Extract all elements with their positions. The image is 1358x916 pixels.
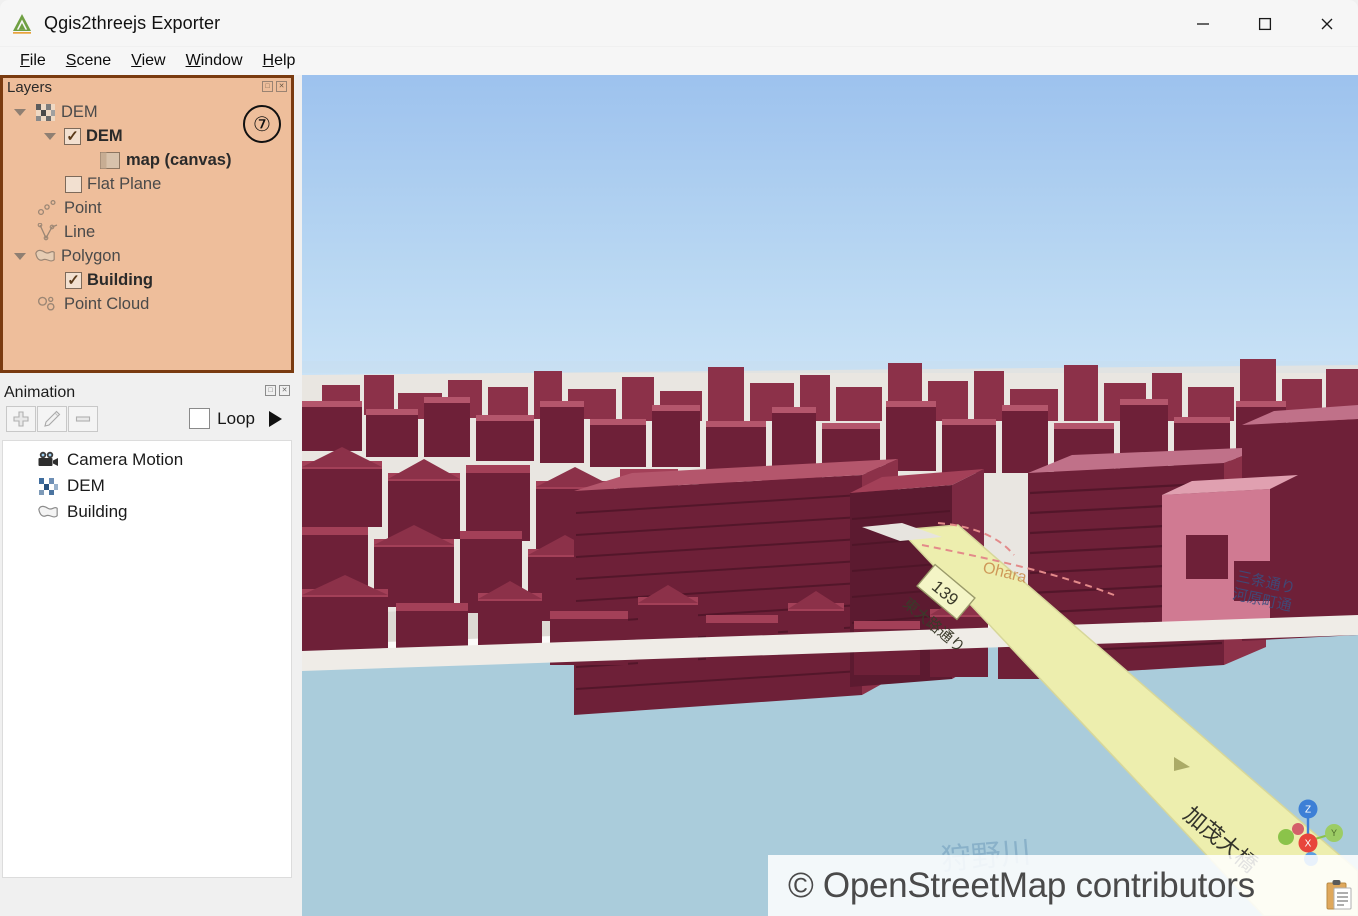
point-cloud-icon [37,294,59,314]
menu-scene[interactable]: Scene [56,50,121,72]
animation-panel: Animation □ ✕ Loop Camera Motion DEM Bui… [0,382,294,880]
layer-checkbox-dem[interactable]: ✓ [64,127,81,145]
loop-control: Loop [189,406,288,431]
left-dock: Layers □ ✕ DEM ✓ DEM map (canvas) Flat P… [0,75,296,881]
title-bar-left: Qgis2threejs Exporter [10,0,220,47]
clipboard-icon [1326,880,1352,910]
layer-item-building[interactable]: ✓ Building [3,268,291,292]
layer-item-point[interactable]: Point [3,196,291,220]
edit-keyframe-button[interactable] [37,406,67,432]
map-canvas-icon [99,150,121,170]
layer-item-polygon-group[interactable]: Polygon [3,244,291,268]
camera-icon [37,450,59,470]
layers-panel-title: Layers [7,79,53,96]
layer-item-point-cloud[interactable]: Point Cloud [3,292,291,316]
title-bar: Qgis2threejs Exporter [0,0,1358,47]
remove-minus-icon [75,416,91,422]
remove-keyframe-button[interactable] [68,406,98,432]
three-d-view[interactable]: 139 東大路通り 加茂大橋 Ohara 三条通り 河原町通 Z X Y © O… [302,75,1358,916]
menu-window[interactable]: Window [176,50,253,72]
close-icon [1321,18,1333,29]
attribution-text: © OpenStreetMap contributors [788,865,1255,905]
animation-item-label: Building [67,502,128,521]
axis-y-label: Y [1331,828,1337,838]
axis-z-label: Z [1305,805,1311,816]
menu-help[interactable]: Help [253,50,306,72]
animation-float-button[interactable]: □ [265,385,276,396]
animation-item-label: DEM [67,476,105,495]
animation-panel-title: Animation [4,384,76,401]
maximize-icon [1258,17,1272,30]
layer-label: Point [64,198,102,217]
layer-label: Flat Plane [87,174,162,193]
close-button[interactable] [1296,0,1358,47]
minimize-button[interactable] [1172,0,1234,47]
layers-panel-buttons: □ ✕ [262,81,287,92]
layer-item-flat-plane[interactable]: ✓ Flat Plane [3,172,291,196]
expander-down-icon[interactable] [11,247,29,265]
maximize-button[interactable] [1234,0,1296,47]
menu-file[interactable]: File [10,50,56,72]
qgis2threejs-exporter-window: Qgis2threejs Exporter File Scene View Wi… [0,0,1358,916]
menu-view[interactable]: View [121,50,175,72]
animation-panel-title-bar: Animation □ ✕ [0,382,294,404]
three-d-scene: 139 東大路通り 加茂大橋 Ohara 三条通り 河原町通 Z X Y [302,75,1358,916]
expander-down-icon[interactable] [11,103,29,121]
dem-raster-icon [37,476,59,496]
window-title: Qgis2threejs Exporter [44,13,221,33]
layers-float-button[interactable]: □ [262,81,273,92]
loop-checkbox[interactable] [189,408,211,429]
line-layer-icon [37,222,59,242]
animation-panel-buttons: □ ✕ [265,385,290,396]
clipboard-button[interactable] [1322,876,1356,914]
layer-checkbox-building[interactable]: ✓ [65,271,82,289]
animation-item-label: Camera Motion [67,450,184,469]
animation-toolbar: Loop [0,404,294,434]
menu-bar: File Scene View Window Help [0,47,1358,75]
animation-close-button[interactable]: ✕ [279,385,290,396]
qgis-triangle-icon [13,13,31,34]
layer-item-line[interactable]: Line [3,220,291,244]
animation-item-building[interactable]: Building [3,499,291,525]
layers-panel: Layers □ ✕ DEM ✓ DEM map (canvas) Flat P… [0,75,294,373]
layers-panel-title-bar: Layers □ ✕ [3,78,291,97]
animation-item-camera-motion[interactable]: Camera Motion [3,447,291,473]
polygon-layer-icon [34,246,56,266]
expander-down-icon[interactable] [41,127,59,145]
layer-label: Point Cloud [64,294,150,313]
layer-label: Polygon [61,246,121,265]
layer-label: Line [64,222,96,241]
animation-item-dem[interactable]: DEM [3,473,291,499]
polygon-layer-icon [37,502,59,522]
layer-label: DEM [61,102,98,121]
animation-items-list[interactable]: Camera Motion DEM Building [2,440,292,878]
axis-x-label: X [1305,839,1312,850]
layers-close-button[interactable]: ✕ [276,81,287,92]
attribution-bar: © OpenStreetMap contributors [768,855,1358,916]
loop-label: Loop [217,408,255,428]
add-keyframe-button[interactable] [6,406,36,432]
layer-item-map-canvas[interactable]: map (canvas) [3,148,291,172]
add-plus-icon [13,411,29,427]
layer-label: Building [87,270,153,289]
annotation-marker-7: ⑦ [243,105,281,143]
layer-label: DEM [86,126,123,145]
play-triangle-icon [269,410,282,427]
point-layer-icon [37,198,59,218]
play-button[interactable] [262,406,288,431]
layer-label: map (canvas) [126,150,232,169]
minimize-icon [1197,22,1209,25]
dem-raster-icon [34,102,56,122]
edit-pencil-icon [44,410,61,427]
layer-checkbox-flat-plane[interactable]: ✓ [65,175,82,193]
